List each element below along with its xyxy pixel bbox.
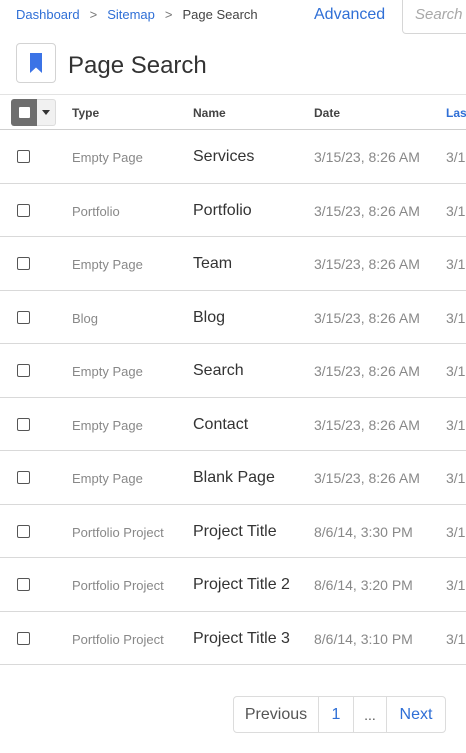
table-row[interactable]: Portfolio Project Project Title 3 8/6/14, … — [0, 612, 466, 665]
cell-last-modified: 3/1 — [446, 416, 466, 433]
table-row[interactable]: Portfolio Project Project Title 8/6/14, 3:… — [0, 505, 466, 558]
table-row[interactable]: Empty Page Team 3/15/23, 8:26 AM 3/1 — [0, 237, 466, 291]
search-input[interactable] — [415, 6, 466, 23]
cell-type: Empty Page — [72, 471, 143, 486]
breadcrumb-separator: > — [164, 7, 173, 22]
select-all-checkbox[interactable] — [11, 99, 37, 126]
pagination-ellipsis: ... — [353, 697, 386, 732]
pagination: Previous 1 ... Next — [233, 696, 446, 733]
cell-date: 3/15/23, 8:26 AM — [314, 149, 420, 165]
next-page-button[interactable]: Next — [386, 697, 445, 732]
table-row[interactable]: Empty Page Contact 3/15/23, 8:26 AM 3/1 — [0, 398, 466, 451]
bookmark-icon[interactable] — [16, 43, 56, 83]
cell-last-modified: 3/1 — [446, 630, 466, 647]
caret-down-icon — [42, 110, 50, 115]
cell-date: 3/15/23, 8:26 AM — [314, 416, 420, 433]
cell-name-link[interactable]: Portfolio — [193, 202, 252, 220]
cell-last-modified: 3/1 — [446, 309, 466, 326]
cell-name-link[interactable]: Search — [193, 362, 244, 380]
cell-type: Empty Page — [72, 150, 143, 165]
row-checkbox[interactable] — [17, 631, 30, 645]
page-header: Page Search — [0, 43, 466, 93]
cell-date: 8/6/14, 3:10 PM — [314, 630, 413, 647]
previous-page-button[interactable]: Previous — [234, 697, 318, 732]
cell-date: 3/15/23, 8:26 AM — [314, 256, 420, 272]
row-checkbox[interactable] — [17, 364, 30, 377]
table-row[interactable]: Empty Page Services 3/15/23, 8:26 AM 3/1 — [0, 130, 466, 184]
cell-type: Portfolio — [72, 203, 120, 219]
breadcrumb: Dashboard > Sitemap > Page Search — [16, 7, 258, 22]
cell-date: 8/6/14, 3:20 PM — [314, 577, 413, 593]
cell-last-modified: 3/1 — [446, 202, 466, 219]
row-checkbox[interactable] — [17, 578, 30, 591]
cell-name-link[interactable]: Team — [193, 255, 232, 273]
pages-table: Type Name Date Last Empty Page Services 3/… — [0, 94, 466, 665]
cell-date: 3/15/23, 8:26 AM — [314, 202, 420, 219]
cell-date: 3/15/23, 8:26 AM — [314, 363, 420, 379]
table-row[interactable]: Empty Page Blank Page 3/15/23, 8:26 AM 3/1 — [0, 451, 466, 505]
cell-last-modified: 3/1 — [446, 363, 466, 379]
select-dropdown-toggle[interactable] — [37, 99, 56, 126]
cell-type: Portfolio Project — [72, 524, 164, 540]
row-checkbox[interactable] — [17, 310, 30, 324]
table-header: Type Name Date Last — [0, 94, 466, 130]
breadcrumb-current: Page Search — [182, 7, 258, 22]
cell-name-link[interactable]: Blank Page — [193, 469, 275, 487]
cell-type: Empty Page — [72, 417, 143, 433]
page-1-button[interactable]: 1 — [318, 697, 353, 732]
row-checkbox[interactable] — [17, 417, 30, 431]
breadcrumb-separator: > — [89, 7, 98, 22]
row-checkbox[interactable] — [17, 257, 30, 270]
column-header-date[interactable]: Date — [314, 106, 340, 120]
row-checkbox[interactable] — [17, 203, 30, 217]
cell-type: Empty Page — [72, 257, 143, 272]
cell-last-modified: 3/1 — [446, 149, 466, 165]
column-header-name[interactable]: Name — [193, 106, 226, 120]
cell-name-link[interactable]: Services — [193, 148, 254, 166]
cell-name-link[interactable]: Blog — [193, 309, 225, 327]
page-title: Page Search — [68, 52, 207, 79]
breadcrumb-sitemap-link[interactable]: Sitemap — [107, 7, 155, 22]
cell-type: Portfolio Project — [72, 631, 164, 647]
search-box[interactable] — [402, 0, 466, 34]
cell-name-link[interactable]: Project Title 3 — [193, 630, 290, 648]
cell-name-link[interactable]: Project Title 2 — [193, 576, 290, 594]
column-header-last[interactable]: Last — [446, 106, 466, 120]
cell-last-modified: 3/1 — [446, 577, 466, 593]
cell-last-modified: 3/1 — [446, 470, 466, 486]
table-row[interactable]: Blog Blog 3/15/23, 8:26 AM 3/1 — [0, 291, 466, 344]
cell-type: Empty Page — [72, 364, 143, 379]
advanced-search-link[interactable]: Advanced — [314, 6, 385, 24]
cell-date: 8/6/14, 3:30 PM — [314, 523, 413, 540]
table-row[interactable]: Portfolio Portfolio 3/15/23, 8:26 AM 3/1 — [0, 184, 466, 237]
cell-name-link[interactable]: Contact — [193, 416, 248, 434]
top-bar: Dashboard > Sitemap > Page Search Advanc… — [0, 0, 466, 34]
row-checkbox[interactable] — [17, 150, 30, 163]
column-header-type[interactable]: Type — [72, 106, 99, 120]
table-body: Empty Page Services 3/15/23, 8:26 AM 3/1 Por… — [0, 130, 466, 665]
cell-type: Blog — [72, 310, 99, 326]
cell-date: 3/15/23, 8:26 AM — [314, 470, 420, 486]
breadcrumb-dashboard-link[interactable]: Dashboard — [16, 7, 80, 22]
cell-last-modified: 3/1 — [446, 523, 466, 540]
cell-date: 3/15/23, 8:26 AM — [314, 309, 420, 326]
cell-type: Portfolio Project — [72, 578, 164, 593]
cell-last-modified: 3/1 — [446, 256, 466, 272]
cell-name-link[interactable]: Project Title — [193, 523, 277, 541]
select-all-control[interactable] — [11, 99, 56, 126]
row-checkbox[interactable] — [17, 524, 30, 538]
table-row[interactable]: Portfolio Project Project Title 2 8/6/14, … — [0, 558, 466, 612]
row-checkbox[interactable] — [17, 471, 30, 484]
table-row[interactable]: Empty Page Search 3/15/23, 8:26 AM 3/1 — [0, 344, 466, 398]
